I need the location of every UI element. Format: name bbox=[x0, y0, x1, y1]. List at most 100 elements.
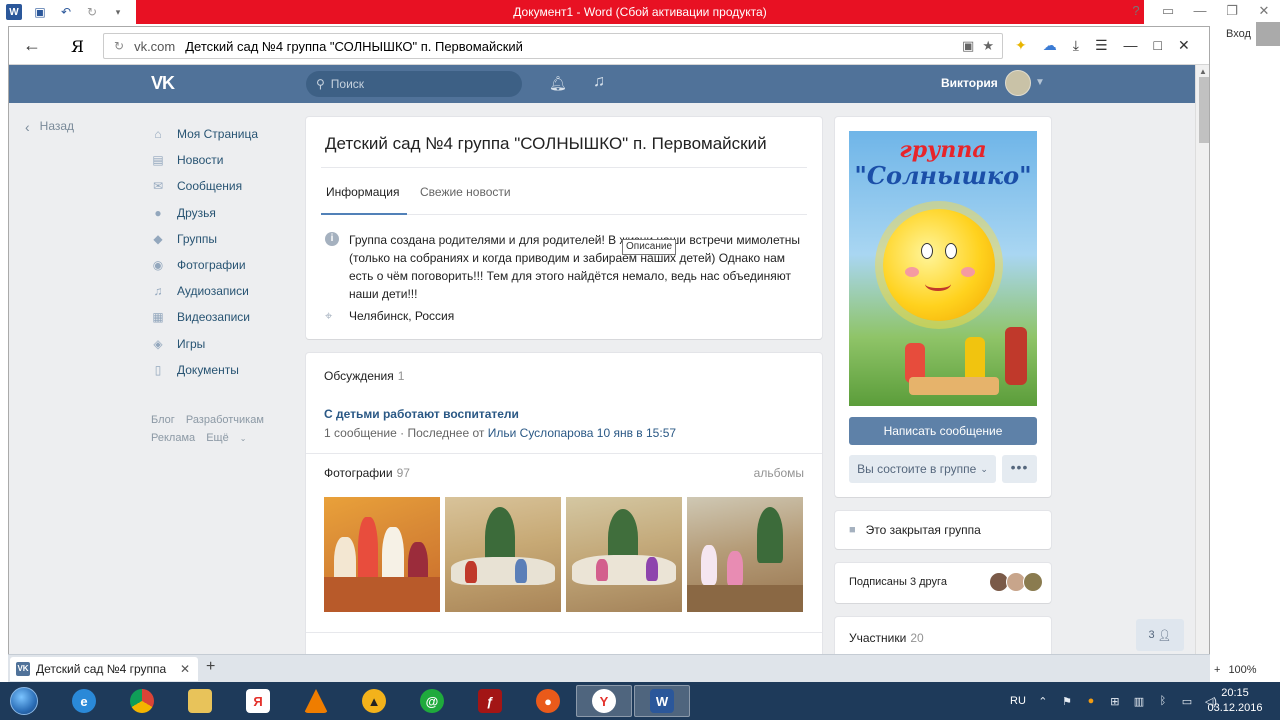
windows-icon[interactable]: ⊞ bbox=[1108, 694, 1122, 708]
section-divider bbox=[306, 453, 822, 454]
taskbar-chrome[interactable] bbox=[114, 685, 170, 717]
help-button[interactable]: ? bbox=[1120, 0, 1152, 24]
discussion-last-author[interactable]: Ильи Суслопарова bbox=[488, 426, 594, 440]
group-avatar-image[interactable]: группа "Солнышко" bbox=[849, 131, 1037, 406]
footer-ads-link[interactable]: Реклама bbox=[151, 432, 195, 444]
back-arrow-icon[interactable]: ← bbox=[23, 35, 41, 56]
photo-thumbnail[interactable] bbox=[566, 497, 682, 612]
membership-button[interactable]: Вы состоите в группе ⌄ bbox=[849, 455, 996, 483]
zoom-level[interactable]: 100% bbox=[1228, 664, 1256, 676]
footer-developers-link[interactable]: Разработчикам bbox=[186, 414, 264, 426]
back-link[interactable]: ‹ Назад bbox=[25, 119, 74, 135]
discussion-last-time[interactable]: 10 янв в 15:57 bbox=[597, 426, 676, 440]
photo-figure bbox=[757, 507, 783, 563]
tab-info[interactable]: Информация bbox=[326, 185, 399, 199]
reload-icon[interactable]: ↻ bbox=[114, 39, 124, 53]
friends-subscribed-card[interactable]: Подписаны 3 друга bbox=[835, 563, 1051, 603]
redo-icon[interactable]: ↻ bbox=[84, 4, 100, 20]
screen-icon[interactable]: ▭ bbox=[1180, 694, 1194, 708]
taskbar-word[interactable]: W bbox=[634, 685, 690, 717]
save-icon[interactable]: ▣ bbox=[32, 4, 48, 20]
language-indicator[interactable]: RU bbox=[1010, 695, 1026, 707]
network-icon[interactable]: ▥ bbox=[1132, 694, 1146, 708]
ribbon-display-button[interactable]: ▭ bbox=[1152, 0, 1184, 24]
chevron-up-icon[interactable]: ⌃ bbox=[1036, 694, 1050, 708]
taskbar-media-player[interactable]: ● bbox=[520, 685, 576, 717]
photos-header[interactable]: Фотографии 97 bbox=[324, 466, 410, 480]
search-placeholder: Поиск bbox=[330, 77, 365, 91]
tab-news[interactable]: Свежие новости bbox=[420, 185, 511, 199]
undo-icon[interactable]: ↶ bbox=[58, 4, 74, 20]
taskbar-mail-agent[interactable]: @ bbox=[404, 685, 460, 717]
photo-thumbnail[interactable] bbox=[687, 497, 803, 612]
photo-thumbnail[interactable] bbox=[324, 497, 440, 612]
flag-icon[interactable]: ⚑ bbox=[1060, 694, 1074, 708]
minimize-button[interactable]: — bbox=[1184, 0, 1216, 24]
vk-user-avatar[interactable] bbox=[1005, 70, 1031, 96]
taskbar-yandex-browser[interactable]: Y bbox=[576, 685, 632, 717]
more-actions-button[interactable]: ••• bbox=[1002, 455, 1037, 483]
vk-logo[interactable]: VK bbox=[151, 73, 175, 94]
yandex-logo[interactable]: Я bbox=[71, 37, 84, 56]
nav-item-audio[interactable]: ♫ Аудиозаписи bbox=[151, 278, 258, 304]
browser-close-icon[interactable]: ✕ bbox=[1178, 37, 1190, 54]
taskbar-flash[interactable]: ƒ bbox=[462, 685, 518, 717]
taskbar-clock[interactable]: 20:15 03.12.2016 bbox=[1200, 686, 1270, 716]
page-scrollbar[interactable]: ▲ ▼ bbox=[1195, 65, 1209, 681]
music-icon[interactable]: ♫ bbox=[593, 73, 605, 91]
url-field[interactable]: ↻ vk.com Детский сад №4 группа "СОЛНЫШКО… bbox=[103, 33, 1003, 59]
chevron-down-icon[interactable]: ▼ bbox=[1035, 77, 1045, 88]
notifications-bell-icon[interactable]: 🔔︎ bbox=[549, 75, 567, 92]
close-button[interactable]: ✕ bbox=[1248, 0, 1280, 24]
friend-avatar[interactable] bbox=[1023, 572, 1043, 592]
nav-item-games[interactable]: ◈ Игры bbox=[151, 331, 258, 357]
start-button[interactable] bbox=[4, 685, 44, 717]
taskbar-daemon-tools[interactable]: ▲ bbox=[346, 685, 402, 717]
photo-thumbnail[interactable] bbox=[445, 497, 561, 612]
scroll-up-icon[interactable]: ▲ bbox=[1199, 67, 1207, 76]
cloud-icon[interactable]: ☁ bbox=[1043, 37, 1057, 54]
new-tab-icon[interactable]: + bbox=[206, 658, 215, 676]
taskbar-explorer[interactable] bbox=[172, 685, 228, 717]
taskbar-yandex[interactable]: Я bbox=[230, 685, 286, 717]
lock-icon[interactable]: ▣ bbox=[962, 38, 974, 54]
chat-widget[interactable]: 3 👤︎ bbox=[1136, 619, 1184, 651]
vk-user-name[interactable]: Виктория bbox=[941, 76, 998, 90]
browser-tab[interactable]: VK Детский сад №4 группа ✕ bbox=[10, 657, 198, 681]
bluetooth-icon[interactable]: ᛒ bbox=[1156, 694, 1170, 708]
nav-item-documents[interactable]: ▯ Документы bbox=[151, 357, 258, 383]
footer-blog-link[interactable]: Блог bbox=[151, 414, 175, 426]
browser-maximize-icon[interactable]: □ bbox=[1154, 37, 1162, 54]
bookmark-star-icon[interactable]: ★ bbox=[982, 38, 994, 54]
discussion-topic-link[interactable]: С детьми работают воспитатели bbox=[324, 407, 519, 421]
close-tab-icon[interactable]: ✕ bbox=[180, 662, 190, 676]
nav-label: Моя Страница bbox=[177, 127, 259, 142]
nav-item-news[interactable]: ▤ Новости bbox=[151, 147, 258, 173]
nav-item-photos[interactable]: ◉ Фотографии bbox=[151, 252, 258, 278]
word-login-link[interactable]: Вход bbox=[1226, 28, 1251, 40]
albums-link[interactable]: альбомы bbox=[754, 466, 804, 480]
restore-button[interactable]: ❐ bbox=[1216, 0, 1248, 24]
photo-figure bbox=[727, 551, 743, 587]
discussions-count: 1 bbox=[397, 369, 405, 383]
discussion-last-prefix: · Последнее от bbox=[400, 426, 485, 440]
tray-app-icon[interactable]: ● bbox=[1084, 694, 1098, 708]
nav-item-video[interactable]: ▦ Видеозаписи bbox=[151, 304, 258, 330]
menu-icon[interactable]: ☰ bbox=[1095, 37, 1108, 54]
nav-item-my-page[interactable]: ⌂ Моя Страница bbox=[151, 121, 258, 147]
nav-item-groups[interactable]: ◆ Группы bbox=[151, 226, 258, 252]
scroll-thumb[interactable] bbox=[1199, 77, 1209, 143]
footer-more-link[interactable]: Ещё ⌄ bbox=[206, 432, 254, 444]
extension-icon[interactable]: ✦ bbox=[1015, 37, 1027, 54]
customize-toolbar-icon[interactable]: ▾ bbox=[110, 4, 126, 20]
nav-item-messages[interactable]: ✉ Сообщения bbox=[151, 173, 258, 199]
browser-minimize-icon[interactable]: — bbox=[1124, 37, 1138, 54]
zoom-in-icon[interactable]: + bbox=[1214, 664, 1220, 676]
discussions-header[interactable]: Обсуждения 1 bbox=[324, 369, 404, 383]
download-icon[interactable]: ⤓ bbox=[1073, 37, 1079, 54]
write-message-button[interactable]: Написать сообщение bbox=[849, 417, 1037, 445]
nav-item-friends[interactable]: ● Друзья bbox=[151, 200, 258, 226]
vk-search-input[interactable]: ⚲ Поиск bbox=[306, 71, 522, 97]
taskbar-ie[interactable]: e bbox=[56, 685, 112, 717]
taskbar-vlc[interactable] bbox=[288, 685, 344, 717]
